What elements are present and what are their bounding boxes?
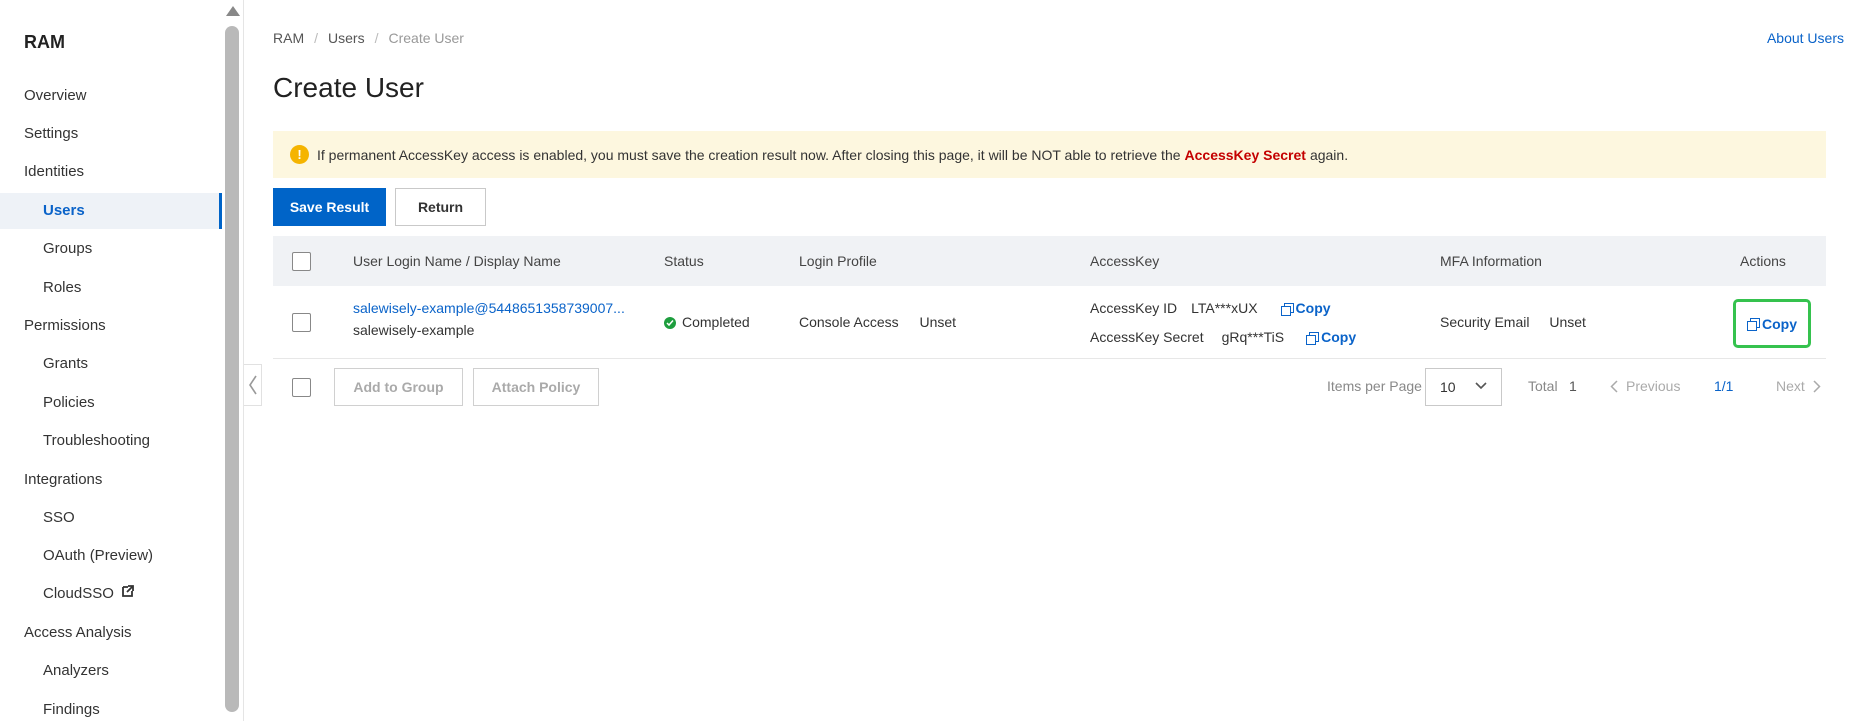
save-result-button[interactable]: Save Result [273,188,386,226]
sidebar-item-overview[interactable]: Overview [0,78,222,114]
status-text: Completed [682,314,750,330]
breadcrumb-users[interactable]: Users [328,30,365,46]
column-header-login-profile: Login Profile [799,253,877,269]
table-footer: Add to Group Attach Policy Items per Pag… [273,368,1826,408]
breadcrumb: RAM / Users / Create User [273,30,464,46]
table-header: User Login Name / Display Name Status Lo… [273,236,1826,286]
column-header-mfa: MFA Information [1440,253,1542,269]
total-value: 1 [1569,378,1577,394]
main-content: RAM / Users / Create User About Users Cr… [262,0,1854,721]
sidebar-title: RAM [24,32,65,52]
sidebar-item-groups[interactable]: Groups [0,231,222,267]
about-users-link[interactable]: About Users [1767,30,1844,46]
sidebar-item-analyzers[interactable]: Analyzers [0,653,222,689]
sidebar-item-identities[interactable]: Identities [0,154,222,190]
mfa-cell: Security Email Unset [1440,314,1586,330]
column-header-actions: Actions [1740,253,1786,269]
sidebar-item-roles[interactable]: Roles [0,270,222,306]
users-table: User Login Name / Display Name Status Lo… [273,236,1826,359]
page-indicator: 1/1 [1714,378,1734,394]
breadcrumb-separator: / [314,30,319,46]
sidebar-item-sso[interactable]: SSO [0,500,222,536]
sidebar: RAM Overview Settings Identities Users G… [0,0,244,721]
sidebar-item-access-analysis[interactable]: Access Analysis [0,615,222,651]
total-label: Total [1528,378,1558,394]
sidebar-item-permissions[interactable]: Permissions [0,308,222,344]
sidebar-item-grants[interactable]: Grants [0,346,222,382]
copy-accesskey-secret-button[interactable]: Copy [1306,329,1356,345]
accesskey-id-label: AccessKey ID [1090,300,1178,316]
chevron-down-icon [1475,382,1487,390]
copy-icon [1280,302,1294,316]
breadcrumb-ram[interactable]: RAM [273,30,304,46]
sidebar-item-cloudsso[interactable]: CloudSSO [0,576,222,612]
copy-action-button[interactable]: Copy [1747,316,1797,332]
login-profile-label: Console Access [799,314,899,330]
display-name: salewisely-example [353,322,475,338]
user-login-name-link[interactable]: salewisely-example@5448651358739007... [353,300,625,316]
sidebar-item-findings[interactable]: Findings [0,692,222,721]
items-per-page-value: 10 [1440,379,1456,395]
accesskey-secret-value: gRq***TiS [1221,329,1285,345]
column-header-accesskey: AccessKey [1090,253,1160,269]
row-checkbox[interactable] [292,312,311,332]
items-per-page-label: Items per Page [1327,378,1422,394]
check-circle-icon [664,317,676,330]
attach-policy-button[interactable]: Attach Policy [473,368,599,406]
chevron-left-icon [248,375,257,395]
sidebar-collapse-button[interactable] [244,364,262,406]
alert-emphasis: AccessKey Secret [1184,146,1306,163]
column-header-login-name: User Login Name / Display Name [353,253,561,269]
highlighted-copy-action: Copy [1733,299,1811,348]
mfa-label: Security Email [1440,314,1530,330]
copy-icon [1306,331,1320,345]
login-profile-cell: Console Access Unset [799,314,956,330]
previous-page-button[interactable]: Previous [1610,378,1680,394]
column-header-status: Status [664,253,704,269]
select-all-checkbox[interactable] [292,251,311,271]
copy-icon [1747,318,1760,331]
next-label: Next [1776,378,1805,394]
sidebar-item-policies[interactable]: Policies [0,385,222,421]
copy-action-label: Copy [1762,315,1797,332]
table-row: salewisely-example@5448651358739007... s… [273,286,1826,359]
previous-label: Previous [1626,378,1681,394]
sidebar-item-users[interactable]: Users [0,193,222,229]
alert-text-end: again. [1309,146,1349,163]
accesskey-id-value: LTA***xUX [1191,300,1258,316]
sidebar-scrollbar[interactable] [222,0,242,721]
scroll-up-arrow-icon[interactable] [226,6,240,16]
breadcrumb-separator: / [374,30,379,46]
next-page-button[interactable]: Next [1776,378,1821,394]
sidebar-item-label: CloudSSO [43,585,114,602]
sidebar-item-oauth[interactable]: OAuth (Preview) [0,538,222,574]
return-button[interactable]: Return [395,188,486,226]
copy-label: Copy [1321,329,1357,345]
alert-text: If permanent AccessKey access is enabled… [317,146,1181,163]
sidebar-item-settings[interactable]: Settings [0,116,222,152]
sidebar-item-troubleshooting[interactable]: Troubleshooting [0,423,222,459]
scroll-thumb[interactable] [225,26,239,712]
login-name-cell: salewisely-example@5448651358739007... s… [353,300,625,338]
accesskey-cell: AccessKey ID LTA***xUX Copy AccessKey Se… [1090,298,1356,347]
accesskey-secret-label: AccessKey Secret [1090,329,1204,345]
warning-alert: ! If permanent AccessKey access is enabl… [273,131,1826,178]
warning-icon: ! [290,145,309,164]
chevron-right-icon [1813,379,1821,393]
breadcrumb-current: Create User [388,30,464,46]
copy-accesskey-id-button[interactable]: Copy [1280,300,1331,316]
login-profile-value: Unset [919,314,957,330]
chevron-left-icon [1610,379,1618,393]
add-to-group-button[interactable]: Add to Group [334,368,463,406]
status-cell: Completed [664,314,750,330]
page-title: Create User [273,72,424,103]
footer-select-checkbox[interactable] [292,378,311,397]
external-link-icon [121,576,135,612]
copy-label: Copy [1295,300,1331,316]
mfa-value: Unset [1549,314,1586,330]
sidebar-item-integrations[interactable]: Integrations [0,462,222,498]
items-per-page-select[interactable]: 10 [1425,368,1502,406]
